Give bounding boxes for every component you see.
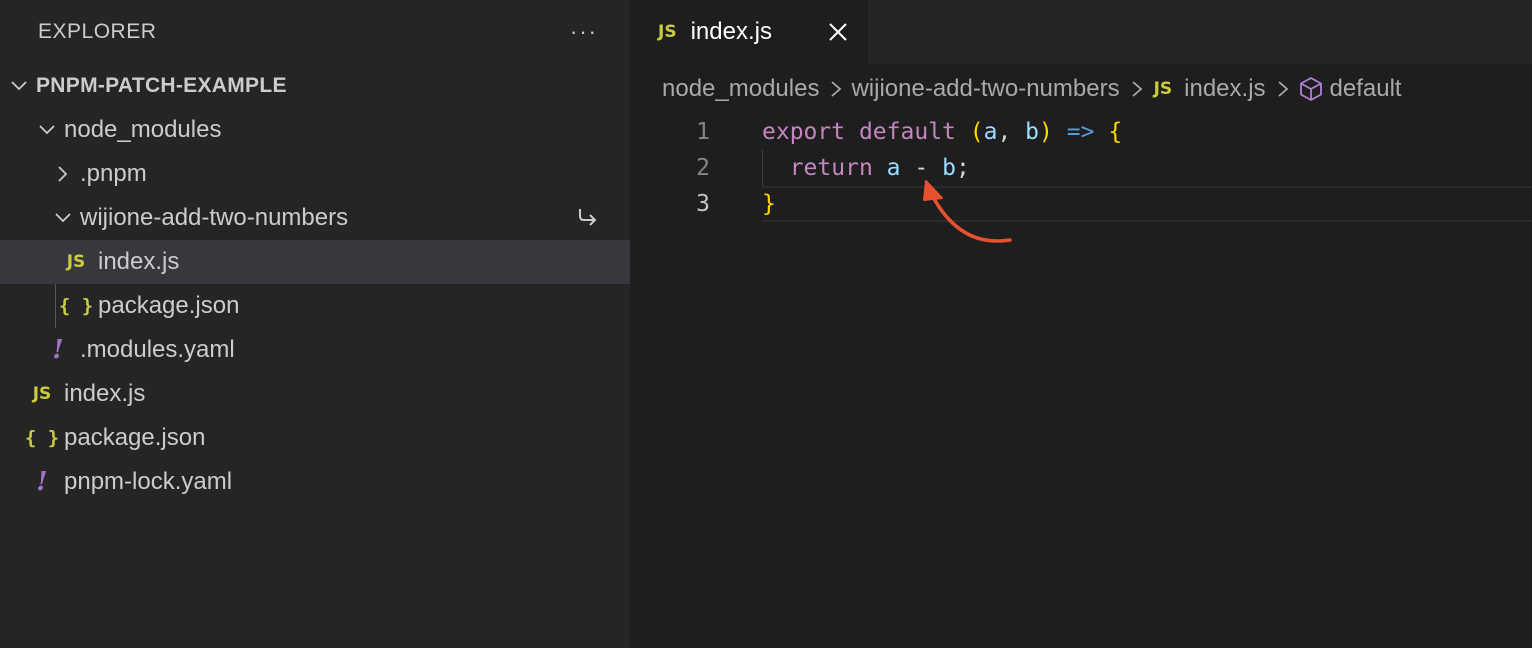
chevron-down-icon	[36, 121, 58, 139]
chevron-down-icon	[52, 209, 74, 227]
tree-file-index-js[interactable]: JS index.js	[0, 372, 630, 416]
breadcrumb-item-symbol[interactable]: default	[1330, 75, 1402, 103]
folder-label: node_modules	[64, 116, 222, 143]
json-file-icon: { }	[58, 295, 94, 317]
yaml-file-icon: !	[36, 467, 48, 497]
file-tree: PNPM-PATCH-EXAMPLE node_modules .pnpm wi…	[0, 64, 630, 504]
code-line-2: 2 return a - b;	[630, 150, 1532, 186]
chevron-right-icon	[1130, 79, 1144, 99]
code-text: return a - b;	[789, 155, 970, 181]
folder-label: .pnpm	[80, 160, 147, 187]
current-line-highlight	[762, 186, 1532, 222]
chevron-right-icon	[52, 165, 74, 183]
json-file-icon: { }	[24, 427, 60, 449]
tab-index-js[interactable]: JS index.js	[630, 0, 868, 64]
breadcrumb-item-package[interactable]: wijione-add-two-numbers	[851, 75, 1119, 103]
js-file-icon: JS	[32, 384, 52, 404]
breadcrumb: node_modules wijione-add-two-numbers JS …	[630, 64, 1532, 114]
code-line-3: 3 }	[630, 186, 1532, 222]
file-label: package.json	[98, 292, 240, 319]
cube-symbol-icon	[1298, 76, 1324, 102]
yaml-file-icon: !	[52, 335, 64, 365]
chevron-down-icon	[8, 77, 30, 95]
explorer-title: EXPLORER	[38, 20, 157, 43]
tree-file-package-json[interactable]: { } package.json	[0, 284, 630, 328]
file-label: .modules.yaml	[80, 336, 235, 363]
folder-label: wijione-add-two-numbers	[80, 204, 349, 231]
tree-file-package-json-root[interactable]: { } package.json	[0, 416, 630, 460]
file-label: index.js	[64, 380, 146, 407]
line-number: 2	[696, 155, 710, 181]
symlink-arrow-icon	[576, 206, 598, 234]
explorer-header: EXPLORER ···	[0, 0, 630, 64]
tree-file-index-js-selected[interactable]: JS index.js	[0, 240, 630, 284]
chevron-right-icon	[1276, 79, 1290, 99]
tree-folder-node-modules[interactable]: node_modules	[0, 108, 630, 152]
tree-root-folder[interactable]: PNPM-PATCH-EXAMPLE	[0, 64, 630, 108]
breadcrumb-item-file[interactable]: index.js	[1184, 75, 1265, 103]
file-label: index.js	[98, 248, 180, 275]
tab-label: index.js	[690, 18, 772, 45]
js-file-icon: JS	[66, 252, 86, 272]
close-icon[interactable]	[826, 20, 850, 44]
chevron-right-icon	[829, 79, 843, 99]
code-text: export default (a, b) => {	[762, 119, 1123, 145]
tree-file-modules-yaml[interactable]: ! .modules.yaml	[0, 328, 630, 372]
root-folder-label: PNPM-PATCH-EXAMPLE	[36, 74, 287, 97]
js-file-icon: JS	[1153, 79, 1173, 99]
editor-area: JS index.js node_modules wijione-add-two…	[630, 0, 1532, 648]
code-editor[interactable]: 1 export default (a, b) => { 2 return a …	[630, 114, 1532, 222]
line-number: 1	[696, 119, 710, 145]
file-label: package.json	[64, 424, 206, 451]
code-line-1: 1 export default (a, b) => {	[630, 114, 1532, 150]
tree-folder-wijione-add-two-numbers[interactable]: wijione-add-two-numbers	[0, 196, 630, 240]
line-number: 3	[696, 191, 710, 217]
tab-bar: JS index.js	[630, 0, 1532, 64]
js-file-icon: JS	[658, 22, 677, 42]
more-actions-icon[interactable]: ···	[570, 21, 598, 43]
indent-guide	[762, 150, 763, 186]
file-label: pnpm-lock.yaml	[64, 468, 233, 495]
explorer-sidebar: EXPLORER ··· PNPM-PATCH-EXAMPLE node_mod…	[0, 0, 630, 648]
tree-file-pnpm-lock-yaml[interactable]: ! pnpm-lock.yaml	[0, 460, 630, 504]
tree-folder-pnpm[interactable]: .pnpm	[0, 152, 630, 196]
vscode-window: EXPLORER ··· PNPM-PATCH-EXAMPLE node_mod…	[0, 0, 1532, 648]
breadcrumb-item-node-modules[interactable]: node_modules	[662, 75, 819, 103]
